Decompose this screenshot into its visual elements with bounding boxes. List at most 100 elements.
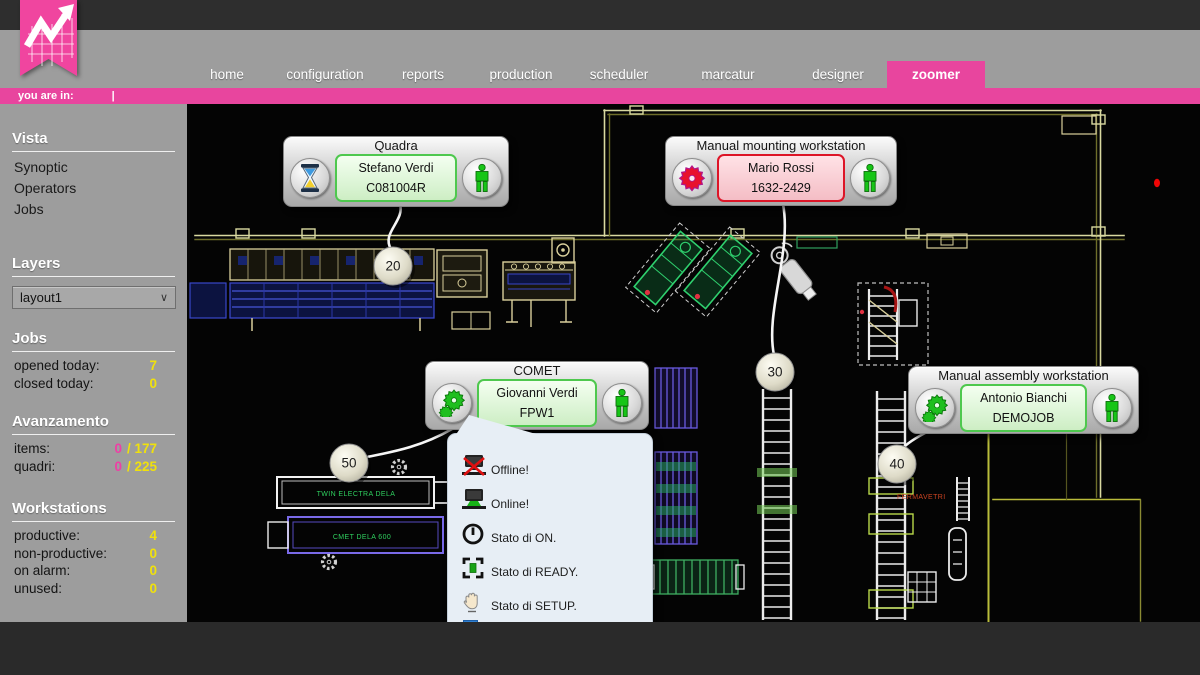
nav-band: home configuration reports production sc… — [0, 30, 1200, 88]
legend-row: Stato di ON. — [461, 518, 644, 546]
operator-name: Antonio Bianchi — [962, 391, 1085, 405]
sidebar-section-vista: Vista Synoptic Operators Jobs — [0, 129, 187, 220]
operator-name: Giovanni Verdi — [479, 386, 595, 400]
stat-label: quadri: — [14, 458, 55, 476]
job-panel[interactable]: Giovanni Verdi FPW1 — [477, 379, 597, 427]
sidebar-section-avanzamento: Avanzamento items: 0/ 177 quadri: 0/ 225 — [0, 412, 187, 475]
legend-label: Stato di ON. — [491, 531, 556, 546]
zoomer-app: home configuration reports production sc… — [0, 0, 1200, 675]
monitor-offline-icon — [461, 454, 487, 478]
layers-title: Layers — [12, 254, 175, 277]
workstation-card-quadra[interactable]: Quadra Stefano Verdi C081004R — [283, 136, 509, 207]
machine-label-bottom: CMET DELA 600 — [333, 534, 391, 541]
legend-label: Stato di SETUP. — [491, 599, 577, 614]
marker-30[interactable]: 30 — [756, 353, 797, 394]
red-hook-mark — [884, 287, 896, 312]
bottom-strip — [0, 622, 1200, 675]
marker-50[interactable]: 50 — [330, 444, 371, 485]
stat-row: closed today: 0 — [0, 375, 187, 393]
operator-circle[interactable] — [462, 158, 502, 198]
jobs-title: Jobs — [12, 329, 175, 352]
operator-circle[interactable] — [1092, 388, 1132, 428]
operator-circle[interactable] — [850, 158, 890, 198]
avanzamento-title: Avanzamento — [12, 412, 175, 435]
status-circle[interactable] — [432, 383, 472, 423]
workstation-title: Manual mounting workstation — [666, 138, 896, 154]
breadcrumb: you are in: | — [0, 88, 1200, 104]
operator-person-icon — [612, 388, 632, 418]
svg-text:30: 30 — [767, 365, 782, 380]
operator-circle[interactable] — [602, 383, 642, 423]
running-gears-icon — [921, 394, 949, 422]
workstation-card-comet[interactable]: COMET Giovanni Verdi FPW1 — [425, 361, 649, 430]
legend-row: Offline! — [461, 450, 644, 478]
sidebar-section-workstations: Workstations productive: 4 non-productiv… — [0, 499, 187, 597]
gear-mark-icon — [393, 461, 406, 474]
operator-person-icon — [472, 163, 492, 193]
stat-value: 0 — [149, 545, 157, 563]
operator-person-icon — [1102, 393, 1122, 423]
stat-row: opened today: 7 — [0, 357, 187, 375]
job-panel[interactable]: Stefano Verdi C081004R — [335, 154, 457, 202]
status-circle[interactable] — [672, 158, 712, 198]
brand-logo — [20, 0, 77, 76]
svg-text:20: 20 — [385, 259, 400, 274]
running-gears-icon — [438, 389, 466, 417]
legend-label: Online! — [491, 497, 529, 512]
hourglass-icon — [298, 163, 322, 193]
green-machines — [626, 223, 761, 317]
stat-label: items: — [14, 440, 50, 458]
sidebar-item-jobs[interactable]: Jobs — [0, 199, 187, 220]
workstation-card-manual-mounting[interactable]: Manual mounting workstation Mario Rossi … — [665, 136, 897, 206]
stat-total: / 225 — [127, 459, 157, 474]
stat-label: closed today: — [14, 375, 94, 393]
tab-scheduler[interactable]: scheduler — [570, 61, 668, 88]
workstation-title: Quadra — [284, 138, 508, 154]
stat-value: 7 — [149, 357, 157, 375]
map-canvas[interactable]: TWIN ELECTRA DELA CMET DELA 600 FERMAVET… — [187, 104, 1200, 622]
workstation-title: Manual assembly workstation — [909, 368, 1138, 384]
stat-row: productive: 4 — [0, 527, 187, 545]
layers-dropdown[interactable]: layout1 ∨ — [12, 286, 176, 309]
status-circle[interactable] — [290, 158, 330, 198]
stat-label: productive: — [14, 527, 80, 545]
monitor-online-icon — [461, 488, 487, 512]
stat-value: 0 — [149, 562, 157, 580]
tab-marcatur[interactable]: marcatur — [679, 61, 777, 88]
marker-40[interactable]: 40 — [878, 445, 919, 486]
storage-racks — [646, 368, 744, 594]
sidebar-item-synoptic[interactable]: Synoptic — [0, 157, 187, 178]
job-code: DEMOJOB — [962, 411, 1085, 425]
stat-row: unused: 0 — [0, 580, 187, 598]
workstation-card-manual-assembly[interactable]: Manual assembly workstation Antonio Bian… — [908, 366, 1139, 434]
main-nav: home configuration reports production sc… — [0, 61, 985, 88]
job-panel[interactable]: Antonio Bianchi DEMOJOB — [960, 384, 1087, 432]
tab-zoomer[interactable]: zoomer — [887, 61, 985, 88]
stat-row: non-productive: 0 — [0, 545, 187, 563]
job-code: C081004R — [337, 181, 455, 195]
workstation-title: COMET — [426, 363, 648, 379]
power-icon — [461, 522, 485, 546]
svg-text:50: 50 — [341, 456, 356, 471]
tab-home[interactable]: home — [178, 61, 276, 88]
operator-person-icon — [860, 163, 880, 193]
tab-designer[interactable]: designer — [789, 61, 887, 88]
tab-production[interactable]: production — [472, 61, 570, 88]
stat-value: 0 — [149, 580, 157, 598]
legend-row: Stato di SETUP. — [461, 586, 644, 614]
breadcrumb-label: you are in: — [18, 90, 74, 102]
sidebar-section-layers: Layers layout1 ∨ — [0, 254, 187, 309]
alarm-gear-icon — [678, 164, 706, 192]
job-code: FPW1 — [479, 406, 595, 420]
status-circle[interactable] — [915, 388, 955, 428]
stat-value: 0 — [149, 375, 157, 393]
tab-reports[interactable]: reports — [374, 61, 472, 88]
chevron-down-icon: ∨ — [160, 291, 168, 304]
job-panel[interactable]: Mario Rossi 1632-2429 — [717, 154, 845, 202]
sidebar-item-operators[interactable]: Operators — [0, 178, 187, 199]
breadcrumb-cursor: | — [112, 90, 115, 102]
legend-label: Stato di READY. — [491, 565, 578, 580]
stat-row: on alarm: 0 — [0, 562, 187, 580]
stat-label: non-productive: — [14, 545, 107, 563]
tab-configuration[interactable]: configuration — [276, 61, 374, 88]
